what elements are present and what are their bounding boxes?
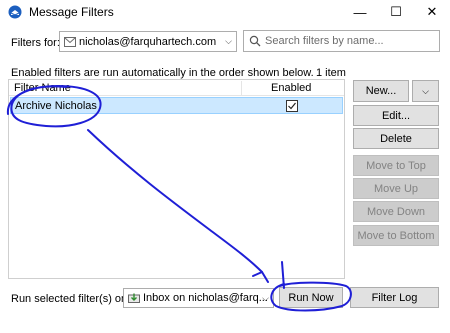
chevron-down-icon: ⌵ bbox=[422, 85, 429, 96]
edit-label: Edit... bbox=[381, 109, 411, 122]
move-to-bottom-button[interactable]: Move to Bottom bbox=[353, 225, 439, 246]
info-text: Enabled filters are run automatically in… bbox=[11, 67, 314, 79]
envelope-icon bbox=[64, 36, 76, 47]
move-up-label: Move Up bbox=[373, 182, 419, 195]
new-filter-dropdown-button[interactable]: ⌵ bbox=[412, 80, 439, 102]
filter-list[interactable]: Filter Name Enabled Archive Nicholas bbox=[8, 79, 345, 279]
item-count: 1 item bbox=[316, 67, 346, 79]
close-icon: ✕ bbox=[426, 4, 438, 19]
column-header-filter-name[interactable]: Filter Name bbox=[14, 82, 71, 94]
run-on-label: Run selected filter(s) on: bbox=[11, 293, 131, 305]
minimize-button[interactable]: — bbox=[342, 0, 378, 24]
window-title: Message Filters bbox=[29, 5, 114, 19]
filters-for-label: Filters for: bbox=[11, 37, 60, 49]
move-to-top-label: Move to Top bbox=[366, 159, 426, 172]
move-to-bottom-label: Move to Bottom bbox=[357, 229, 435, 242]
move-to-top-button[interactable]: Move to Top bbox=[353, 155, 439, 176]
close-button[interactable]: ✕ bbox=[414, 0, 450, 24]
run-folder-value: Inbox on nicholas@farq... bbox=[143, 292, 268, 304]
checkmark-icon bbox=[288, 102, 296, 110]
run-now-label: Run Now bbox=[288, 291, 334, 304]
list-header: Filter Name Enabled bbox=[9, 80, 344, 96]
search-input[interactable]: Search filters by name... bbox=[243, 30, 440, 52]
run-now-button[interactable]: Run Now bbox=[279, 287, 343, 308]
move-down-label: Move Down bbox=[366, 205, 426, 218]
column-divider bbox=[241, 81, 242, 95]
maximize-icon: ☐ bbox=[390, 4, 402, 19]
run-folder-select[interactable]: Inbox on nicholas@farq... ⌵ bbox=[123, 288, 274, 308]
delete-button[interactable]: Delete bbox=[353, 128, 439, 149]
account-select[interactable]: nicholas@farquhartech.com ⌵ bbox=[59, 31, 237, 52]
delete-label: Delete bbox=[380, 132, 412, 145]
search-icon bbox=[249, 35, 261, 47]
filter-log-button[interactable]: Filter Log bbox=[350, 287, 439, 308]
filter-row[interactable]: Archive Nicholas bbox=[10, 97, 343, 114]
inbox-folder-icon bbox=[128, 293, 140, 303]
account-select-value: nicholas@farquhartech.com bbox=[79, 35, 217, 48]
move-down-button[interactable]: Move Down bbox=[353, 201, 439, 222]
move-up-button[interactable]: Move Up bbox=[353, 178, 439, 199]
new-filter-label: New... bbox=[365, 85, 397, 97]
new-filter-button[interactable]: New... bbox=[353, 80, 409, 102]
edit-button[interactable]: Edit... bbox=[353, 105, 439, 126]
title-bar: Message Filters — ☐ ✕ bbox=[0, 0, 450, 24]
thunderbird-icon bbox=[8, 5, 22, 19]
enabled-checkbox[interactable] bbox=[286, 100, 298, 112]
column-header-enabled[interactable]: Enabled bbox=[271, 82, 311, 94]
maximize-button[interactable]: ☐ bbox=[378, 0, 414, 24]
chevron-down-icon: ⌵ bbox=[225, 36, 232, 46]
minimize-icon: — bbox=[353, 4, 367, 20]
chevron-down-icon: ⌵ bbox=[262, 293, 269, 303]
filter-name: Archive Nicholas bbox=[15, 100, 97, 112]
filter-log-label: Filter Log bbox=[371, 291, 418, 304]
search-placeholder: Search filters by name... bbox=[265, 35, 384, 47]
